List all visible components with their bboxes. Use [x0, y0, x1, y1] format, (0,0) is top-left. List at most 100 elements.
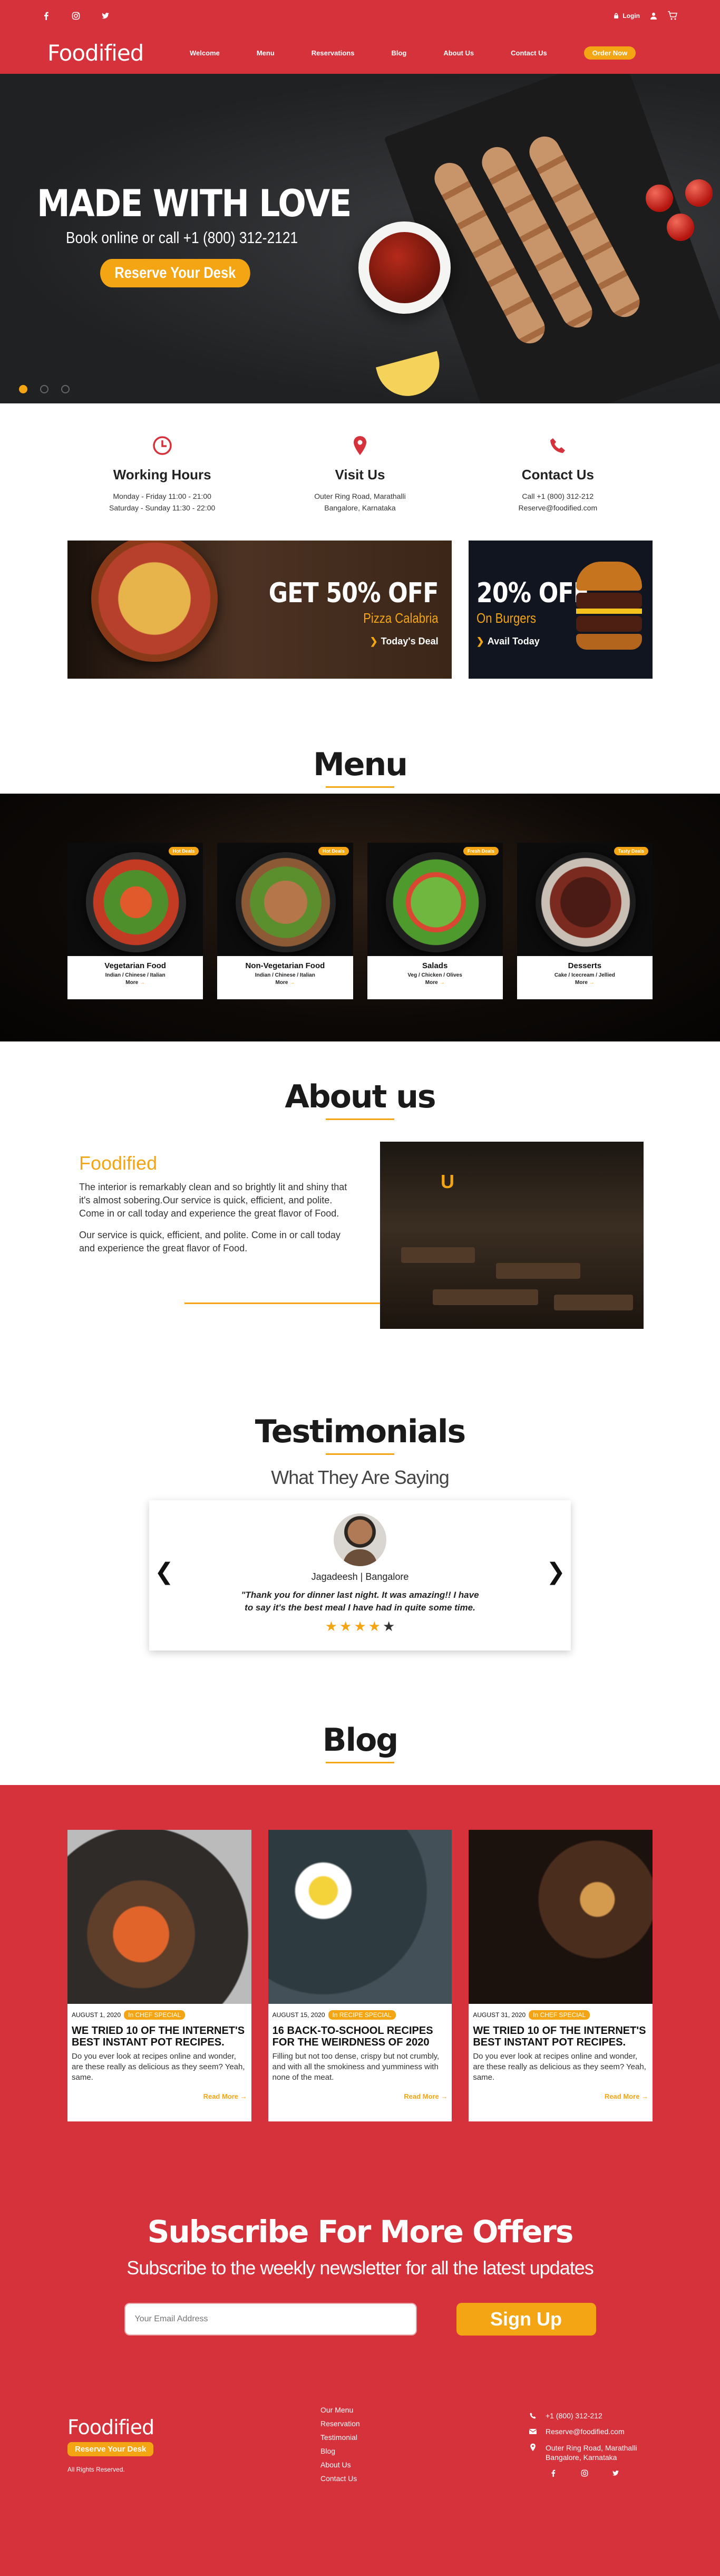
working-hours-block: Working Hours Monday - Friday 11:00 - 21…	[89, 435, 236, 541]
carousel-dot[interactable]	[19, 385, 27, 393]
reserve-desk-button[interactable]: Reserve Your Desk	[100, 259, 250, 287]
blog-body: AUGUST 1, 2020 In CHEF SPECIAL WE TRIED …	[67, 2004, 251, 2107]
order-now-button[interactable]: Order Now	[583, 46, 636, 60]
nav-about-us[interactable]: About Us	[443, 49, 474, 57]
offer-headline: GET 50% OFF	[268, 577, 439, 609]
arrow-right-icon: →	[289, 980, 295, 986]
tomato-image	[685, 179, 713, 207]
phone-number[interactable]: +1 (800) 312-212	[546, 2411, 602, 2420]
footer-link-testimonial[interactable]: Testimonial	[320, 2430, 529, 2444]
info-title: Working Hours	[113, 467, 211, 483]
more-link[interactable]: More →	[67, 980, 203, 986]
nav-row: Foodified Welcome Menu Reservations Blog…	[0, 32, 720, 74]
deal-badge: Tasty Deals	[614, 847, 648, 855]
footer-logo[interactable]: Foodified	[67, 2416, 320, 2439]
footer-address: Outer Ring Road, Marathalli Bangalore, K…	[529, 2443, 687, 2462]
nav-welcome[interactable]: Welcome	[190, 49, 220, 57]
blog-card[interactable]: AUGUST 31, 2020 In CHEF SPECIAL WE TRIED…	[469, 1830, 653, 2121]
sign-up-button[interactable]: Sign Up	[456, 2303, 596, 2336]
offer-product: Pizza Calabria	[363, 610, 439, 626]
menu-card[interactable]: Fresh Deals Salads Veg / Chicken / Olive…	[367, 843, 503, 1041]
footer-link-contact-us[interactable]: Contact Us	[320, 2472, 529, 2485]
footer-link-our-menu[interactable]: Our Menu	[320, 2403, 529, 2417]
read-more-link[interactable]: Read More →	[273, 2092, 447, 2100]
twitter-icon[interactable]	[612, 2469, 619, 2477]
carousel-dots	[19, 385, 70, 393]
about-brand: Foodified	[79, 1152, 158, 1174]
facebook-icon[interactable]	[42, 12, 51, 20]
blog-title[interactable]: 16 BACK-TO-SCHOOL RECIPES FOR THE WEIRDN…	[273, 2025, 448, 2048]
blog-cards: AUGUST 1, 2020 In CHEF SPECIAL WE TRIED …	[0, 1785, 720, 2121]
blog-meta: AUGUST 31, 2020 In CHEF SPECIAL	[473, 2010, 648, 2020]
email-field[interactable]	[124, 2303, 417, 2336]
blog-category-tag[interactable]: In RECIPE SPECIAL	[328, 2010, 396, 2020]
facebook-icon[interactable]	[550, 2469, 557, 2477]
menu-card[interactable]: Hot Deals Non-Vegetarian Food Indian / C…	[217, 843, 353, 1041]
blog-title[interactable]: WE TRIED 10 OF THE INTERNET'S BEST INSTA…	[72, 2025, 247, 2048]
chevron-right-icon: ❯	[476, 636, 484, 647]
menu-image: Fresh Deals	[367, 843, 503, 956]
burger-offer-banner[interactable]: 20% OFF On Burgers ❯ Avail Today	[468, 541, 653, 679]
hero-banner: MADE WITH LOVE Book online or call +1 (8…	[0, 74, 720, 403]
carousel-dot[interactable]	[61, 385, 70, 393]
twitter-icon[interactable]	[101, 12, 110, 20]
carousel-dot[interactable]	[40, 385, 48, 393]
blog-card[interactable]: AUGUST 1, 2020 In CHEF SPECIAL WE TRIED …	[67, 1830, 251, 2121]
user-icon[interactable]	[649, 12, 658, 20]
nav-menu[interactable]: Menu	[257, 49, 275, 57]
blog-category-tag[interactable]: In CHEF SPECIAL	[529, 2010, 590, 2020]
nav-blog[interactable]: Blog	[391, 49, 406, 57]
site-logo[interactable]: Foodified	[47, 40, 190, 66]
deal-badge: Hot Deals	[168, 847, 199, 855]
instagram-icon[interactable]	[581, 2469, 588, 2477]
instagram-icon[interactable]	[72, 12, 80, 20]
blog-date: AUGUST 15, 2020	[272, 2011, 325, 2019]
offer-product: On Burgers	[476, 610, 536, 626]
location-pin-icon	[529, 2443, 537, 2452]
cart-icon[interactable]	[667, 11, 678, 21]
blog-title[interactable]: WE TRIED 10 OF THE INTERNET'S BEST INSTA…	[473, 2025, 648, 2048]
footer-reserve-button[interactable]: Reserve Your Desk	[67, 2442, 154, 2456]
section-title: Testimonials	[255, 1413, 466, 1450]
info-line: Call +1 (800) 312-212	[522, 492, 594, 500]
blog-section: AUGUST 1, 2020 In CHEF SPECIAL WE TRIED …	[0, 1785, 720, 2336]
menu-card[interactable]: Tasty Deals Desserts Cake / Icecream / J…	[517, 843, 653, 1041]
main-nav: Welcome Menu Reservations Blog About Us …	[190, 46, 636, 60]
footer-link-reservation[interactable]: Reservation	[320, 2417, 529, 2430]
social-links	[42, 12, 110, 20]
pizza-offer-banner[interactable]: GET 50% OFF Pizza Calabria ❯ Today's Deal	[67, 541, 452, 679]
blog-category-tag[interactable]: In CHEF SPECIAL	[124, 2010, 186, 2020]
blog-excerpt: Do you ever look at recipes online and w…	[473, 2052, 646, 2082]
menu-card[interactable]: Hot Deals Vegetarian Food Indian / Chine…	[67, 843, 203, 1041]
more-link[interactable]: More →	[517, 980, 653, 986]
more-link[interactable]: More →	[367, 980, 503, 986]
lock-icon	[613, 13, 619, 19]
nav-reservations[interactable]: Reservations	[312, 49, 355, 57]
blog-heading: Blog	[0, 1669, 720, 1785]
chevron-left-icon[interactable]: ❮	[154, 1558, 174, 1585]
chevron-right-icon[interactable]: ❯	[546, 1558, 566, 1585]
menu-name: Salads	[422, 961, 448, 970]
nav-contact-us[interactable]: Contact Us	[511, 49, 547, 57]
todays-deal-link[interactable]: ❯ Today's Deal	[239, 636, 439, 647]
info-line: Reserve@foodified.com	[518, 504, 598, 512]
footer-link-about-us[interactable]: About Us	[320, 2458, 529, 2472]
email-address[interactable]: Reserve@foodified.com	[546, 2427, 625, 2436]
login-link[interactable]: Login	[613, 12, 640, 20]
blog-body: AUGUST 31, 2020 In CHEF SPECIAL WE TRIED…	[469, 2004, 653, 2107]
menu-name: Non-Vegetarian Food	[245, 961, 325, 970]
blog-image	[268, 1830, 452, 2004]
menu-name: Vegetarian Food	[104, 961, 166, 970]
read-more-link[interactable]: Read More →	[72, 2092, 247, 2100]
visit-us-block: Visit Us Outer Ring Road, Marathalli Ban…	[286, 435, 434, 541]
blog-card[interactable]: AUGUST 15, 2020 In RECIPE SPECIAL 16 BAC…	[268, 1830, 452, 2121]
top-bar: Login	[0, 0, 720, 32]
read-more-link[interactable]: Read More →	[473, 2092, 648, 2100]
site-footer: Foodified Reserve Your Desk All Rights R…	[0, 2312, 720, 2576]
footer-link-blog[interactable]: Blog	[320, 2444, 529, 2458]
menu-subtitle: Cake / Icecream / Jellied	[554, 972, 615, 978]
address-text: Outer Ring Road, Marathalli Bangalore, K…	[546, 2444, 637, 2462]
more-link[interactable]: More →	[217, 980, 353, 986]
subscribe-subtitle: Subscribe to the weekly newsletter for a…	[127, 2257, 594, 2279]
star-icon: ★	[354, 1618, 366, 1634]
